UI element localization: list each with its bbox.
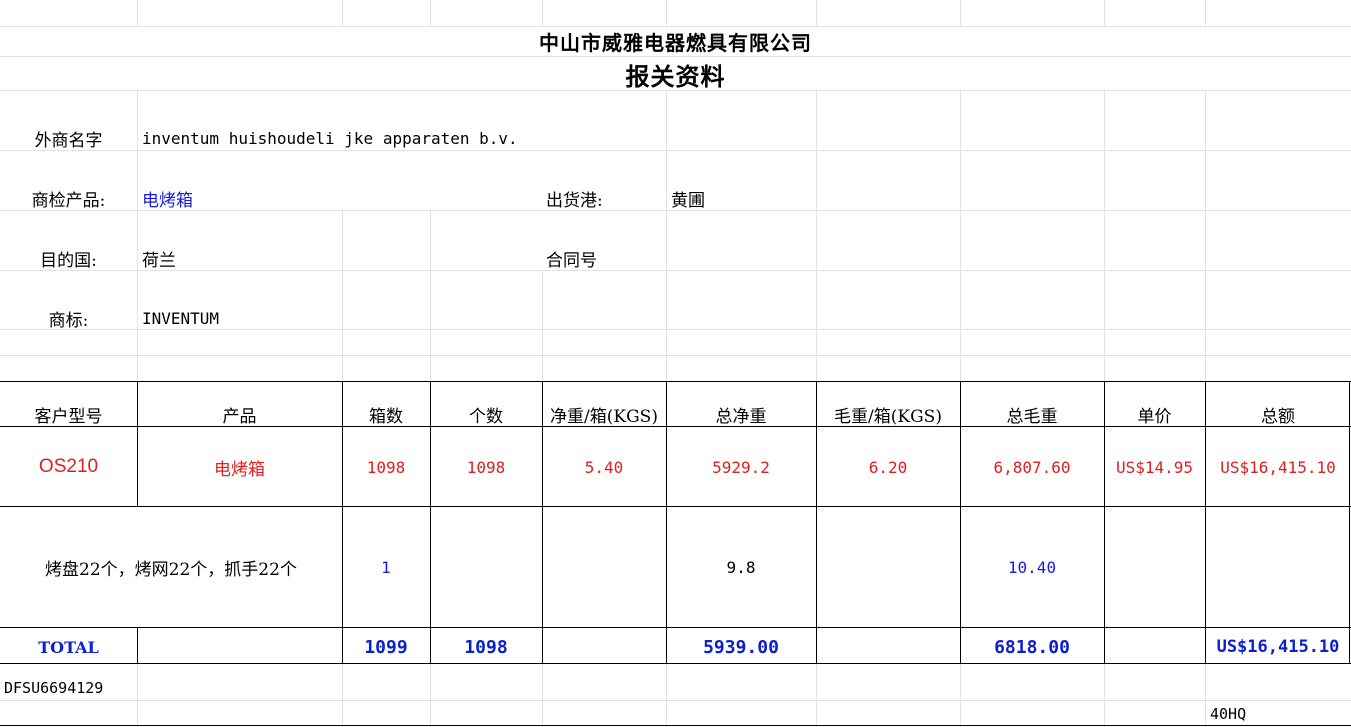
- header-total-amount: 总额: [1261, 406, 1295, 427]
- brand-label: 商标:: [48, 310, 89, 331]
- row1-model[interactable]: OS210: [0, 452, 137, 482]
- container-number[interactable]: DFSU6694129: [4, 675, 204, 701]
- country-value[interactable]: 荷兰: [142, 242, 337, 274]
- total-amount[interactable]: US$16,415.10: [1205, 632, 1351, 662]
- table-border: [0, 627, 1351, 628]
- grid-line: [666, 0, 667, 27]
- contract-label: 合同号: [546, 250, 597, 271]
- container-type[interactable]: 40HQ: [1210, 702, 1330, 726]
- company-name: 中山市威雅电器燃具有限公司: [539, 31, 812, 55]
- buyer-label: 外商名字: [34, 130, 103, 151]
- grid-line: [342, 0, 343, 27]
- buyer-value[interactable]: inventum huishoudeli jke apparaten b.v.: [142, 122, 662, 154]
- grid-line: [342, 210, 343, 382]
- grid-line: [1104, 90, 1105, 382]
- total-pieces[interactable]: 1098: [430, 632, 542, 662]
- row2-boxes[interactable]: 1: [342, 552, 430, 582]
- row2-gross-total[interactable]: 10.40: [960, 552, 1104, 582]
- port-label: 出货港:: [546, 190, 603, 211]
- spreadsheet-sheet: 中山市威雅电器燃具有限公司 报关资料 外商名字 inventum huishou…: [0, 0, 1351, 727]
- grid-line: [542, 664, 543, 727]
- grid-line: [342, 664, 343, 727]
- grid-line: [542, 270, 543, 382]
- grid-line: [542, 0, 543, 27]
- header-total-gross-weight: 总毛重: [1006, 406, 1058, 427]
- row2-net-total[interactable]: 9.8: [666, 552, 816, 582]
- header-product: 产品: [222, 406, 257, 427]
- row1-pieces[interactable]: 1098: [430, 452, 542, 482]
- table-border: [137, 627, 138, 664]
- row1-gross-per-box[interactable]: 6.20: [816, 452, 960, 482]
- grid-line: [666, 90, 667, 150]
- grid-line: [816, 90, 817, 382]
- port-value[interactable]: 黄圃: [671, 182, 811, 214]
- grid-line: [1205, 90, 1206, 382]
- table-border-top: [0, 381, 1351, 382]
- row1-net-per-box[interactable]: 5.40: [542, 452, 666, 482]
- grid-line: [816, 664, 817, 727]
- grid-line: [960, 664, 961, 727]
- sheet-border-bottom: [0, 725, 1351, 726]
- row1-unit-price[interactable]: US$14.95: [1104, 452, 1205, 482]
- grid-line: [1205, 664, 1206, 727]
- row1-gross-total[interactable]: 6,807.60: [960, 452, 1104, 482]
- grid-line: [430, 664, 431, 727]
- header-gross-weight-per-box: 毛重/箱(KGS): [834, 406, 942, 427]
- header-boxes: 箱数: [369, 406, 403, 427]
- total-net-weight[interactable]: 5939.00: [666, 632, 816, 662]
- grid-line: [1104, 664, 1105, 727]
- table-border-bottom: [0, 663, 1351, 664]
- header-total-net-weight: 总净重: [715, 406, 767, 427]
- document-title: 报关资料: [625, 62, 726, 91]
- header-net-weight-per-box: 净重/箱(KGS): [550, 406, 658, 427]
- country-label: 目的国:: [40, 250, 97, 271]
- grid-line: [430, 210, 431, 382]
- grid-line: [666, 150, 667, 382]
- product-value[interactable]: 电烤箱: [142, 182, 337, 214]
- grid-line: [137, 90, 138, 382]
- grid-line: [0, 355, 1351, 356]
- grid-line: [960, 0, 961, 27]
- row1-boxes[interactable]: 1098: [342, 452, 430, 482]
- grid-line: [960, 90, 961, 382]
- table-border: [0, 506, 1351, 507]
- grid-line: [666, 664, 667, 727]
- grid-line: [430, 0, 431, 27]
- total-gross-weight[interactable]: 6818.00: [960, 632, 1104, 662]
- total-boxes[interactable]: 1099: [342, 632, 430, 662]
- grid-line: [1205, 0, 1206, 27]
- header-unit-price: 单价: [1137, 406, 1172, 427]
- row1-amount[interactable]: US$16,415.10: [1205, 452, 1351, 482]
- product-label: 商检产品:: [31, 190, 106, 211]
- row1-net-total[interactable]: 5929.2: [666, 452, 816, 482]
- header-pieces: 个数: [469, 406, 503, 427]
- brand-value[interactable]: INVENTUM: [142, 302, 337, 334]
- total-label: TOTAL: [38, 637, 99, 657]
- grid-line: [137, 0, 138, 27]
- row1-product[interactable]: 电烤箱: [137, 452, 342, 482]
- grid-line: [1104, 0, 1105, 27]
- row2-accessories[interactable]: 烤盘22个，烤网22个，抓手22个: [0, 552, 342, 582]
- grid-line: [816, 0, 817, 27]
- header-customer-model: 客户型号: [34, 406, 103, 427]
